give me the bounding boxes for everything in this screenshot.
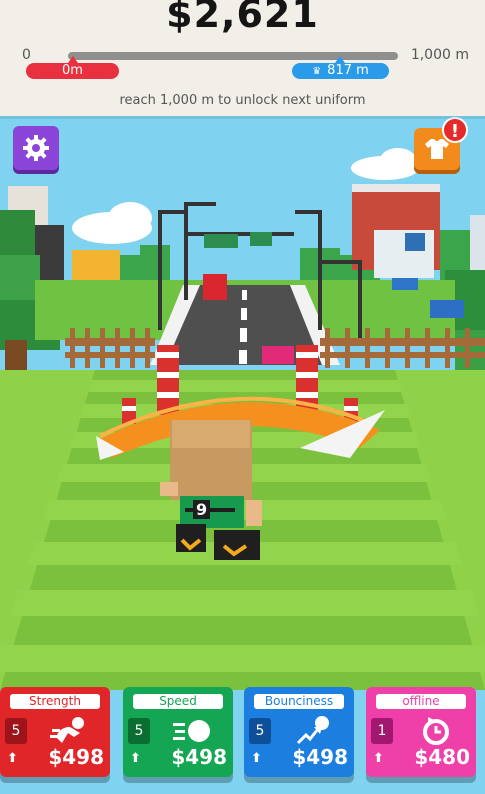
truck bbox=[430, 300, 464, 318]
crown-icon: ♛ bbox=[312, 66, 322, 77]
road-sign bbox=[250, 232, 272, 246]
notification-badge: ! bbox=[442, 117, 468, 143]
card-level: 5 bbox=[128, 718, 150, 744]
bounce-icon bbox=[296, 716, 329, 745]
punch-icon bbox=[50, 717, 84, 743]
upgrade-arrow-icon: ⬆ bbox=[373, 751, 384, 766]
game-scene bbox=[0, 116, 485, 690]
speed-upgrade-card[interactable]: Speed 5 ⬆ $498 bbox=[123, 687, 233, 777]
bus bbox=[203, 274, 227, 300]
progress-hud: $2,621 0 1,000 m 0m ♛ 817 m reach 1,000 m… bbox=[0, 0, 485, 116]
current-distance-marker: 0m bbox=[26, 56, 119, 79]
gear-icon bbox=[23, 135, 49, 161]
upgrade-cards: Strength 5 ⬆ $498 Speed 5 ⬆ $498 Bouncin… bbox=[0, 687, 485, 794]
track-end-label: 1,000 m bbox=[410, 47, 469, 63]
strength-upgrade-card[interactable]: Strength 5 ⬆ $498 bbox=[0, 687, 110, 777]
card-cost: $498 bbox=[292, 745, 348, 769]
card-cost: $498 bbox=[48, 745, 104, 769]
card-cost: $498 bbox=[171, 745, 227, 769]
upgrade-arrow-icon: ⬆ bbox=[251, 751, 262, 766]
card-title: offline earnings bbox=[376, 694, 466, 723]
money-counter: $2,621 bbox=[166, 0, 319, 36]
car bbox=[392, 278, 418, 290]
upgrade-arrow-icon: ⬆ bbox=[7, 751, 18, 766]
unlock-hint: reach 1,000 m to unlock next uniform bbox=[119, 93, 366, 108]
car bbox=[262, 346, 294, 364]
best-distance-marker: ♛ 817 m bbox=[292, 56, 389, 79]
card-level: 5 bbox=[5, 718, 27, 744]
speed-ball-icon bbox=[173, 720, 210, 742]
card-title: Speed bbox=[133, 694, 223, 709]
card-cost: $480 bbox=[414, 745, 470, 769]
card-title: Bounciness bbox=[254, 694, 344, 709]
track-start-label: 0 bbox=[22, 47, 31, 63]
traffic-cone bbox=[157, 345, 179, 415]
card-title: Strength bbox=[10, 694, 100, 709]
offline-earnings-upgrade-card[interactable]: offline earnings 1 ⬆ $480 bbox=[366, 687, 476, 777]
card-level: 1 bbox=[371, 718, 393, 744]
distance-track bbox=[68, 52, 398, 60]
best-distance-label: 817 m bbox=[327, 63, 369, 78]
jersey-number: 9 bbox=[193, 500, 211, 519]
current-distance-label: 0m bbox=[62, 63, 83, 78]
road-sign bbox=[204, 234, 238, 248]
upgrade-arrow-icon: ⬆ bbox=[130, 751, 141, 766]
settings-button[interactable] bbox=[13, 126, 59, 170]
timer-icon bbox=[423, 717, 449, 745]
building bbox=[72, 250, 120, 284]
bounciness-upgrade-card[interactable]: Bounciness 5 ⬆ $498 bbox=[244, 687, 354, 777]
card-level: 5 bbox=[249, 718, 271, 744]
